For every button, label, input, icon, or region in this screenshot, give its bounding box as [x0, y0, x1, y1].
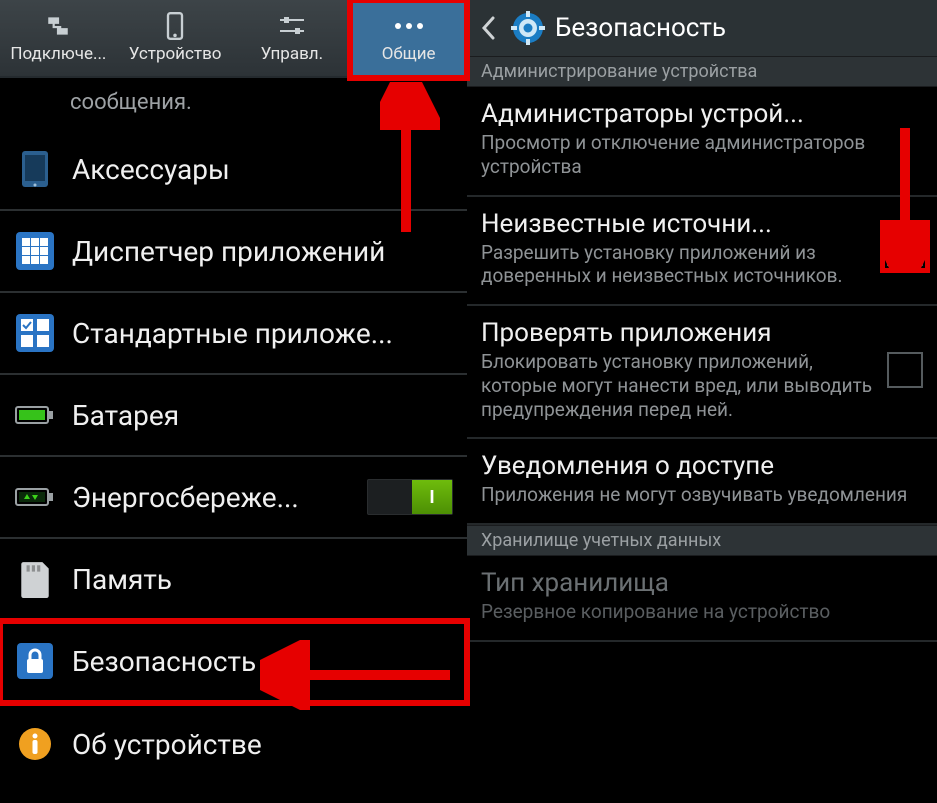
tab-general[interactable]: Общие	[350, 0, 467, 78]
partial-row: сообщения.	[0, 78, 467, 129]
row-appmanager[interactable]: Диспетчер приложений	[0, 211, 467, 293]
info-icon	[14, 723, 56, 765]
row-device-admins[interactable]: Администраторы устрой... Просмотр и откл…	[467, 87, 937, 197]
verify-apps-checkbox[interactable]	[887, 352, 923, 388]
settings-list: Аксессуары Диспетчер приложений Стандарт…	[0, 129, 467, 803]
row-unknown-sources[interactable]: Неизвестные источни... Разрешить установ…	[467, 197, 937, 307]
row-battery[interactable]: Батарея	[0, 375, 467, 457]
check-grid-icon	[14, 312, 56, 354]
tablet-icon	[14, 148, 56, 190]
security-panel: Безопасность Администрирование устройств…	[467, 0, 937, 803]
back-button[interactable]	[475, 8, 501, 48]
sliders-icon	[278, 12, 306, 40]
settings-gear-icon	[511, 11, 545, 45]
section-credential-storage: Хранилище учетных данных	[467, 525, 937, 556]
row-security[interactable]: Безопасность	[0, 621, 467, 703]
lock-icon	[14, 640, 56, 682]
row-memory[interactable]: Память	[0, 539, 467, 621]
connections-icon	[45, 12, 71, 40]
tabs: Подключе... Устройство Управл. Общие	[0, 0, 467, 78]
battery-icon	[14, 394, 56, 436]
page-title: Безопасность	[555, 13, 726, 43]
section-device-admin: Администрирование устройства	[467, 56, 937, 87]
recycle-battery-icon	[14, 476, 56, 518]
settings-panel-left: Подключе... Устройство Управл. Общие соо…	[0, 0, 467, 803]
unknown-sources-checkbox[interactable]	[887, 230, 923, 266]
row-access-notifications[interactable]: Уведомления о доступе Приложения не могу…	[467, 439, 937, 525]
tab-device[interactable]: Устройство	[117, 0, 234, 78]
row-about[interactable]: Об устройстве	[0, 703, 467, 785]
row-storage-type[interactable]: Тип хранилища Резервное копирование на у…	[467, 556, 937, 642]
more-dots-icon	[393, 12, 425, 40]
row-defaultapps[interactable]: Стандартные приложе...	[0, 293, 467, 375]
subpage-header: Безопасность	[467, 0, 937, 56]
tab-connections[interactable]: Подключе...	[0, 0, 117, 78]
powersave-toggle[interactable]: I	[367, 479, 453, 515]
apps-grid-icon	[14, 230, 56, 272]
row-powersave[interactable]: Энергосбереже... I	[0, 457, 467, 539]
row-accessories[interactable]: Аксессуары	[0, 129, 467, 211]
row-verify-apps[interactable]: Проверять приложения Блокировать установ…	[467, 306, 937, 439]
tab-controls[interactable]: Управл.	[234, 0, 351, 78]
sdcard-icon	[14, 558, 56, 600]
device-icon	[165, 12, 185, 40]
